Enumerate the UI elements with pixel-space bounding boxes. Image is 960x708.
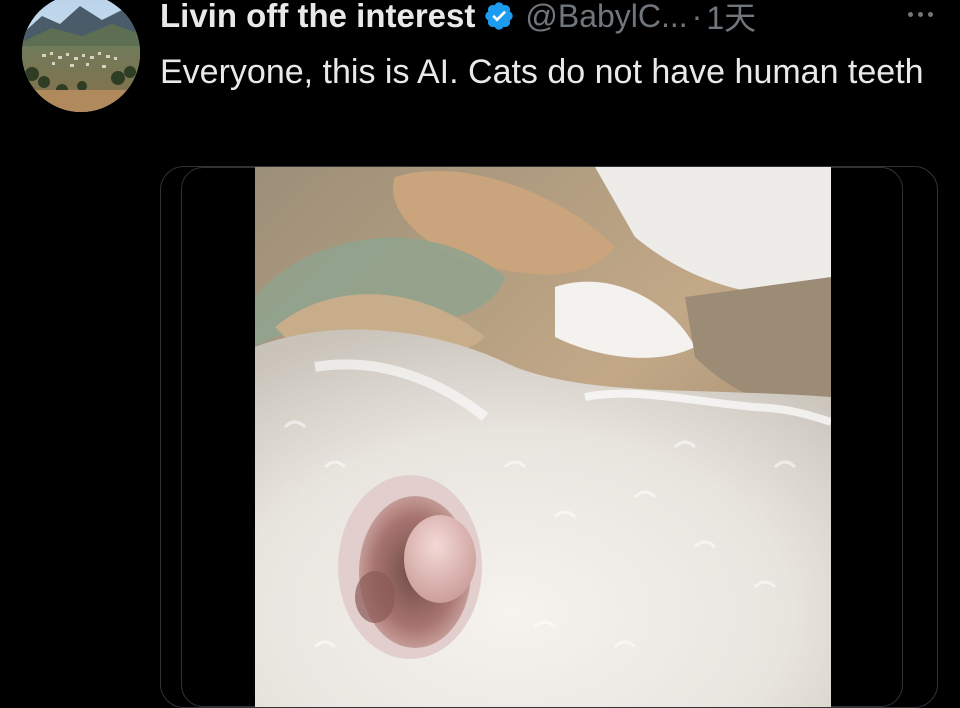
tweet-header: Livin off the interest @BabylC... · 1天 [160,0,950,38]
more-options-icon[interactable] [898,0,942,36]
tweet-text: Everyone, this is AI. Cats do not have h… [160,53,924,91]
avatar[interactable] [22,0,140,112]
separator-dot: · [691,0,703,34]
display-name[interactable]: Livin off the interest [160,0,475,35]
handle[interactable]: @BabylC... [525,0,687,35]
tweet[interactable]: Livin off the interest @BabylC... · 1天 E… [0,0,960,708]
cat-mouth-photo[interactable] [255,167,831,707]
media-card[interactable] [160,166,938,708]
verified-badge-icon [483,0,515,32]
timestamp[interactable]: 1天 [706,0,756,39]
mountain-landscape-avatar-icon [22,0,140,112]
